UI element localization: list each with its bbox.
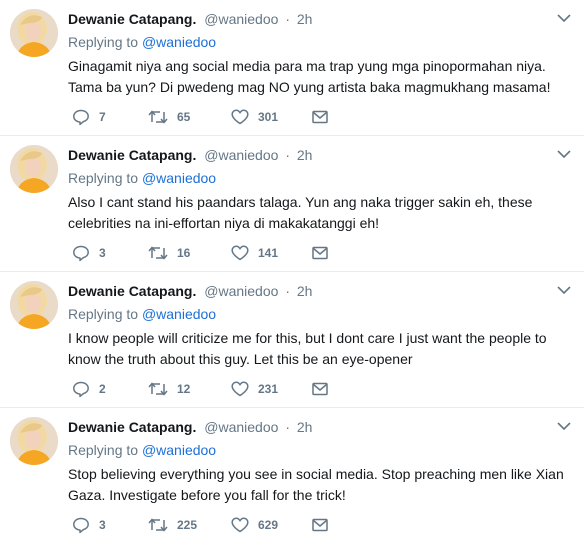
tweet-text: I know people will criticize me for this… — [68, 330, 547, 367]
replying-prefix: Replying to — [68, 170, 139, 186]
retweet-button[interactable]: 16 — [148, 243, 190, 263]
avatar[interactable] — [10, 417, 58, 465]
retweet-count: 16 — [177, 246, 191, 260]
chevron-down-icon[interactable] — [556, 420, 572, 432]
replying-mention[interactable]: @waniedoo — [142, 442, 216, 458]
author-handle[interactable]: @waniedoo — [204, 283, 278, 299]
tweet-actions: 3 225 629 — [68, 515, 368, 535]
tweet-actions: 2 12 231 — [68, 379, 368, 399]
replying-to: Replying to @waniedoo — [68, 33, 216, 51]
avatar[interactable] — [10, 9, 58, 57]
avatar[interactable] — [10, 145, 58, 193]
tweet-header: Dewanie Catapang. @waniedoo · 2h — [68, 417, 544, 437]
reply-button[interactable]: 2 — [72, 379, 106, 399]
like-count: 141 — [258, 246, 279, 260]
retweet-button[interactable]: 65 — [148, 107, 190, 127]
separator-dot: · — [285, 419, 290, 435]
envelope-icon — [312, 110, 328, 124]
reply-icon — [73, 381, 89, 398]
like-button[interactable]: 141 — [231, 243, 278, 263]
timestamp[interactable]: 2h — [297, 419, 313, 435]
tweet[interactable]: Dewanie Catapang. @waniedoo · 2h Replyin… — [0, 408, 584, 544]
tweet-text: Also I cant stand his paandars talaga. Y… — [68, 194, 533, 231]
tweet[interactable]: Dewanie Catapang. @waniedoo · 2h Replyin… — [0, 272, 584, 408]
author-name[interactable]: Dewanie Catapang. — [68, 147, 196, 163]
timestamp[interactable]: 2h — [297, 11, 313, 27]
tweet-header: Dewanie Catapang. @waniedoo · 2h — [68, 9, 544, 29]
retweet-count: 65 — [177, 110, 191, 124]
timestamp[interactable]: 2h — [297, 283, 313, 299]
direct-message-button[interactable] — [312, 107, 328, 127]
tweet-text: Ginagamit niya ang social media para ma … — [68, 58, 551, 95]
retweet-count: 225 — [177, 518, 198, 532]
retweet-count: 12 — [177, 382, 191, 396]
retweet-icon — [148, 518, 168, 532]
author-handle[interactable]: @waniedoo — [204, 11, 278, 27]
reply-button[interactable]: 3 — [72, 243, 106, 263]
replying-mention[interactable]: @waniedoo — [142, 34, 216, 50]
separator-dot: · — [285, 11, 290, 27]
like-count: 629 — [258, 518, 279, 532]
separator-dot: · — [285, 283, 290, 299]
replying-prefix: Replying to — [68, 306, 139, 322]
like-count: 301 — [258, 110, 279, 124]
replying-to: Replying to @waniedoo — [68, 305, 216, 323]
retweet-icon — [148, 110, 168, 124]
heart-icon — [231, 109, 249, 125]
heart-icon — [231, 381, 249, 397]
reply-count: 3 — [99, 518, 106, 532]
retweet-icon — [148, 246, 168, 260]
reply-icon — [73, 109, 89, 126]
like-count: 231 — [258, 382, 279, 396]
chevron-down-icon[interactable] — [556, 148, 572, 160]
reply-button[interactable]: 7 — [72, 107, 106, 127]
tweet-feed: Dewanie Catapang. @waniedoo · 2h Replyin… — [0, 0, 584, 544]
author-handle[interactable]: @waniedoo — [204, 419, 278, 435]
reply-count: 7 — [99, 110, 106, 124]
envelope-icon — [312, 518, 328, 532]
replying-mention[interactable]: @waniedoo — [142, 306, 216, 322]
avatar[interactable] — [10, 281, 58, 329]
replying-mention[interactable]: @waniedoo — [142, 170, 216, 186]
tweet-header: Dewanie Catapang. @waniedoo · 2h — [68, 281, 544, 301]
like-button[interactable]: 301 — [231, 107, 278, 127]
direct-message-button[interactable] — [312, 515, 328, 535]
reply-icon — [73, 245, 89, 262]
author-name[interactable]: Dewanie Catapang. — [68, 419, 196, 435]
timestamp[interactable]: 2h — [297, 147, 313, 163]
author-name[interactable]: Dewanie Catapang. — [68, 11, 196, 27]
retweet-button[interactable]: 12 — [148, 379, 190, 399]
envelope-icon — [312, 246, 328, 260]
retweet-icon — [148, 382, 168, 396]
reply-button[interactable]: 3 — [72, 515, 106, 535]
reply-icon — [73, 517, 89, 534]
tweet[interactable]: Dewanie Catapang. @waniedoo · 2h Replyin… — [0, 136, 584, 272]
separator-dot: · — [285, 147, 290, 163]
replying-to: Replying to @waniedoo — [68, 169, 216, 187]
author-handle[interactable]: @waniedoo — [204, 147, 278, 163]
chevron-down-icon[interactable] — [556, 12, 572, 24]
like-button[interactable]: 629 — [231, 515, 278, 535]
replying-to: Replying to @waniedoo — [68, 441, 216, 459]
replying-prefix: Replying to — [68, 442, 139, 458]
tweet-actions: 3 16 141 — [68, 243, 368, 263]
direct-message-button[interactable] — [312, 243, 328, 263]
tweet[interactable]: Dewanie Catapang. @waniedoo · 2h Replyin… — [0, 0, 584, 136]
tweet-header: Dewanie Catapang. @waniedoo · 2h — [68, 145, 544, 165]
direct-message-button[interactable] — [312, 379, 328, 399]
heart-icon — [231, 245, 249, 261]
replying-prefix: Replying to — [68, 34, 139, 50]
heart-icon — [231, 517, 249, 533]
tweet-actions: 7 65 301 — [68, 107, 368, 127]
reply-count: 2 — [99, 382, 106, 396]
tweet-text: Stop believing everything you see in soc… — [68, 466, 564, 503]
chevron-down-icon[interactable] — [556, 284, 572, 296]
reply-count: 3 — [99, 246, 106, 260]
author-name[interactable]: Dewanie Catapang. — [68, 283, 196, 299]
retweet-button[interactable]: 225 — [148, 515, 197, 535]
envelope-icon — [312, 382, 328, 396]
like-button[interactable]: 231 — [231, 379, 278, 399]
